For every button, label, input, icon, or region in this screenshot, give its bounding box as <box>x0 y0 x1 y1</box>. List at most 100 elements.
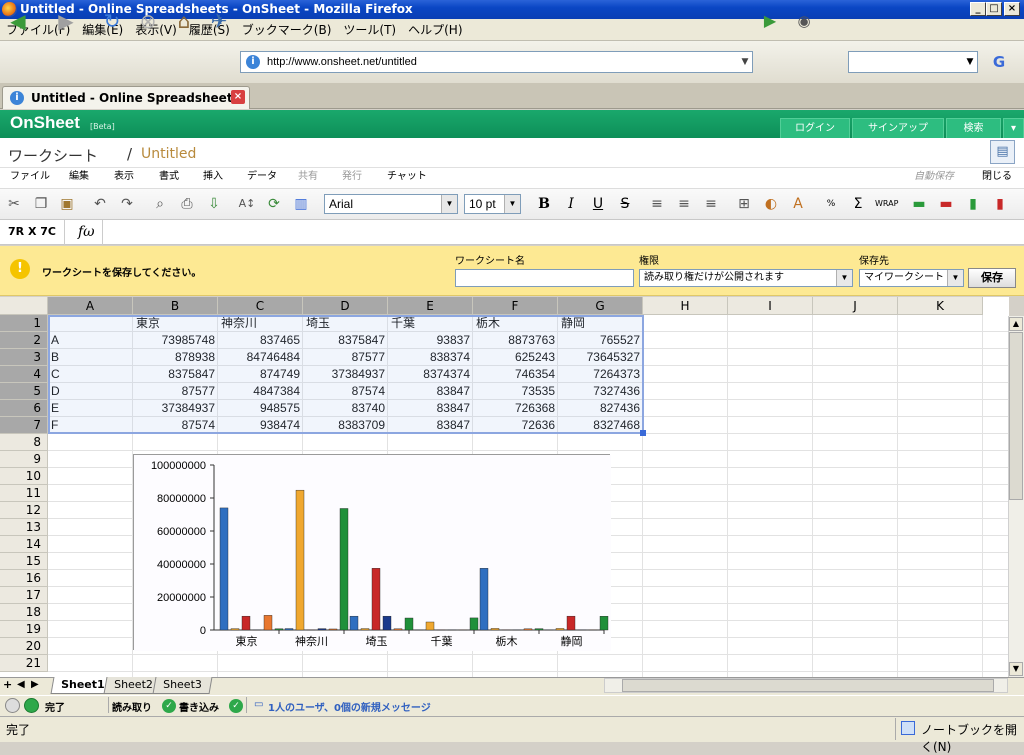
row-header[interactable]: 17 <box>0 587 48 604</box>
home-icon[interactable]: ⌂ <box>170 8 198 34</box>
column-header[interactable]: E <box>388 297 473 315</box>
tab-close-icon[interactable]: × <box>231 90 245 104</box>
row-header[interactable]: 15 <box>0 553 48 570</box>
reload-icon[interactable]: ↻ <box>98 8 126 34</box>
embedded-chart[interactable]: 1000000008000000060000000400000002000000… <box>133 454 610 650</box>
app-menu-publish[interactable]: 発行 <box>342 168 362 186</box>
column-header[interactable]: J <box>813 297 898 315</box>
app-menu-view[interactable]: 表示 <box>114 168 134 186</box>
row-header[interactable]: 13 <box>0 519 48 536</box>
row-header[interactable]: 12 <box>0 502 48 519</box>
row-header[interactable]: 19 <box>0 621 48 638</box>
search-input[interactable] <box>848 51 978 73</box>
column-header[interactable]: H <box>643 297 728 315</box>
minimize-button[interactable]: _ <box>970 2 986 16</box>
refresh-icon[interactable]: ⟳ <box>264 194 284 214</box>
column-header[interactable]: D <box>303 297 388 315</box>
menu-help[interactable]: ヘルプ(H) <box>402 19 468 41</box>
next-sheet-icon[interactable]: ▶ <box>31 679 39 690</box>
align-left-icon[interactable]: ≡ <box>647 194 667 214</box>
menu-tools[interactable]: ツール(T) <box>337 19 402 41</box>
worksheet-name-input[interactable] <box>455 269 634 287</box>
row-header[interactable]: 9 <box>0 451 48 468</box>
borders-icon[interactable]: ⊞ <box>734 194 754 214</box>
row-header[interactable]: 1 <box>0 315 48 332</box>
column-header[interactable]: C <box>218 297 303 315</box>
app-menu-format[interactable]: 書式 <box>159 168 179 186</box>
number-format-icon[interactable]: % <box>821 194 841 214</box>
close-doc-link[interactable]: 閉じる <box>982 168 1012 186</box>
corner-header[interactable] <box>0 297 48 315</box>
url-dropdown-icon[interactable]: ▼ <box>738 52 752 72</box>
more-dropdown-icon[interactable]: ▾ <box>1003 118 1024 138</box>
row-header[interactable]: 4 <box>0 366 48 383</box>
row-header[interactable]: 5 <box>0 383 48 400</box>
save-button[interactable]: 保存 <box>968 268 1016 288</box>
add-sheet-icon[interactable]: + <box>3 678 12 691</box>
document-title[interactable]: Untitled <box>141 146 196 162</box>
permission-select[interactable]: 読み取り権だけが公開されます▼ <box>639 269 853 287</box>
column-header[interactable]: B <box>133 297 218 315</box>
column-header[interactable]: G <box>558 297 643 315</box>
browser-tab[interactable]: Untitled - Online Spreadsheet... <box>2 86 250 109</box>
search-dropdown-icon[interactable]: ▼ <box>963 52 977 72</box>
go-icon[interactable]: ▶ <box>756 8 784 34</box>
text-color-icon[interactable]: A <box>788 194 808 214</box>
function-icon[interactable]: fω <box>78 224 95 240</box>
row-header[interactable]: 21 <box>0 655 48 672</box>
stop-icon[interactable]: ⊗ <box>134 8 162 34</box>
align-center-icon[interactable]: ≡ <box>674 194 694 214</box>
prev-sheet-icon[interactable]: ◀ <box>17 679 25 690</box>
delete-column-icon[interactable]: ▮ <box>990 194 1010 214</box>
underline-icon[interactable]: U <box>588 194 608 214</box>
fill-handle[interactable] <box>640 430 646 436</box>
search-link[interactable]: 検索 <box>946 118 1001 138</box>
row-header[interactable]: 11 <box>0 485 48 502</box>
align-right-icon[interactable]: ≡ <box>701 194 721 214</box>
signup-link[interactable]: サインアップ <box>852 118 944 138</box>
back-icon[interactable]: ◀ <box>4 8 32 34</box>
sum-icon[interactable]: Σ <box>848 194 868 214</box>
row-header[interactable]: 20 <box>0 638 48 655</box>
spreadsheet-grid[interactable]: ABCDEFGHIJK 1234567891011121314151617181… <box>0 297 1009 678</box>
document-panel-icon[interactable]: ▤ <box>990 140 1015 164</box>
onsheet-logo[interactable]: OnSheet <box>10 113 80 133</box>
row-header[interactable]: 8 <box>0 434 48 451</box>
app-menu-data[interactable]: データ <box>247 168 277 186</box>
column-header[interactable]: K <box>898 297 983 315</box>
app-menu-file[interactable]: ファイル <box>10 168 50 186</box>
bookmark-icon[interactable]: ✈ <box>205 8 233 34</box>
undo-icon[interactable]: ↶ <box>90 194 110 214</box>
column-header[interactable]: I <box>728 297 813 315</box>
row-header[interactable]: 6 <box>0 400 48 417</box>
users-messages-link[interactable]: 1人のユーザ、0個の新規メッセージ <box>268 699 431 714</box>
print-icon[interactable]: ⎙ <box>177 194 197 214</box>
italic-icon[interactable]: I <box>561 194 581 214</box>
site-info-icon[interactable]: i <box>246 55 260 69</box>
app-menu-chat[interactable]: チャット <box>387 168 427 186</box>
row-header[interactable]: 3 <box>0 349 48 366</box>
download-icon[interactable]: ⇩ <box>204 194 224 214</box>
scroll-down-icon[interactable]: ▼ <box>1009 662 1023 676</box>
copy-icon[interactable]: ❐ <box>31 194 51 214</box>
bold-icon[interactable]: B <box>534 194 554 214</box>
fill-color-icon[interactable]: ◐ <box>761 194 781 214</box>
row-header[interactable]: 10 <box>0 468 48 485</box>
insert-column-icon[interactable]: ▮ <box>963 194 983 214</box>
insert-row-icon[interactable]: ▬ <box>909 194 929 214</box>
worksheet-section-label[interactable]: ワークシート <box>8 145 98 166</box>
forward-icon[interactable]: ▶ <box>52 8 80 34</box>
google-icon[interactable]: G <box>990 52 1008 72</box>
sheet-tab-3[interactable]: Sheet3 <box>153 677 213 694</box>
app-menu-edit[interactable]: 編集 <box>69 168 89 186</box>
cut-icon[interactable]: ✂ <box>4 194 24 214</box>
wrap-text-icon[interactable]: WRAP <box>875 194 895 214</box>
formula-input[interactable] <box>104 222 1022 243</box>
row-header[interactable]: 2 <box>0 332 48 349</box>
close-window-button[interactable]: × <box>1004 2 1020 16</box>
login-link[interactable]: ログイン <box>780 118 850 138</box>
paste-icon[interactable]: ▣ <box>57 194 77 214</box>
chart-icon[interactable]: ▥ <box>291 194 311 214</box>
sort-icon[interactable]: A↕ <box>237 194 257 214</box>
redo-icon[interactable]: ↷ <box>117 194 137 214</box>
